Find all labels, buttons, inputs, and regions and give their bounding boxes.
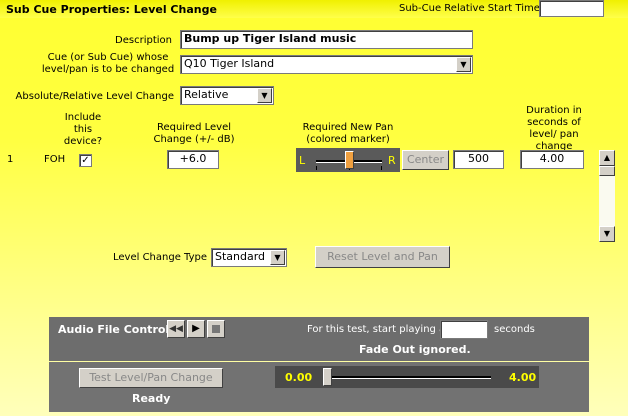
scroll-up-icon[interactable]: ▲ xyxy=(599,150,615,166)
col-pan-header: Required New Pan (colored marker) xyxy=(302,122,394,145)
device-name: FOH xyxy=(44,154,66,165)
audio-control-panel: Audio File Control: ◀◀ ▶ For this test, … xyxy=(49,317,589,361)
pan-left-label: L xyxy=(299,154,306,167)
level-input[interactable]: +6.0 xyxy=(167,150,219,169)
reset-level-pan-button[interactable]: Reset Level and Pan xyxy=(315,246,450,268)
position-track xyxy=(327,376,491,379)
col-duration-header: Duration in seconds of level/ pan change xyxy=(526,105,582,152)
start-at-label: For this test, start playing at xyxy=(307,324,450,335)
pan-tick xyxy=(381,166,382,170)
device-list-scrollbar[interactable]: ▲ ▼ xyxy=(599,150,615,242)
chevron-down-icon[interactable]: ▼ xyxy=(257,88,272,103)
scroll-down-icon[interactable]: ▼ xyxy=(599,226,615,242)
pan-slider[interactable]: L R xyxy=(296,148,400,172)
abs-rel-select-value: Relative xyxy=(184,88,229,101)
start-at-input[interactable] xyxy=(440,320,488,339)
cue-select-value: Q10 Tiger Island xyxy=(184,57,275,70)
pan-value-input[interactable]: 500 xyxy=(453,150,504,169)
pan-thumb[interactable] xyxy=(345,151,354,169)
col-include-header: Include this device? xyxy=(63,112,103,147)
play-icon[interactable]: ▶ xyxy=(187,320,205,338)
audio-control-label: Audio File Control: xyxy=(58,323,174,336)
description-input[interactable]: Bump up Tiger Island music xyxy=(180,30,473,49)
level-type-select[interactable]: Standard ▼ xyxy=(211,248,287,267)
include-checkbox[interactable]: ✓ xyxy=(79,154,92,167)
device-index: 1 xyxy=(7,154,14,165)
test-panel: Test Level/Pan Change Ready 0.00 4.00 xyxy=(49,362,589,412)
description-label: Description xyxy=(115,35,172,46)
abs-rel-select[interactable]: Relative ▼ xyxy=(180,86,274,105)
level-type-label: Level Change Type xyxy=(113,252,208,263)
duration-input[interactable]: 4.00 xyxy=(520,150,584,169)
seconds-label: seconds xyxy=(494,324,535,335)
pan-right-label: R xyxy=(388,154,396,167)
level-type-value: Standard xyxy=(215,250,266,263)
start-time-label: Sub-Cue Relative Start Time xyxy=(399,3,540,14)
position-slider[interactable]: 0.00 4.00 xyxy=(275,366,539,388)
position-thumb[interactable] xyxy=(323,368,332,386)
start-time-input[interactable] xyxy=(539,0,604,17)
fade-note: Fade Out ignored. xyxy=(359,343,471,356)
pan-tick xyxy=(316,166,317,170)
rewind-icon[interactable]: ◀◀ xyxy=(167,320,185,338)
chevron-down-icon[interactable]: ▼ xyxy=(456,57,471,72)
cue-select[interactable]: Q10 Tiger Island ▼ xyxy=(180,55,473,74)
scroll-thumb[interactable] xyxy=(599,166,615,176)
title-bar: Sub Cue Properties: Level Change Sub-Cue… xyxy=(0,0,628,18)
col-level-header: Required Level Change (+/- dB) xyxy=(153,122,235,145)
abs-rel-label: Absolute/Relative Level Change xyxy=(15,91,174,102)
position-end-label: 4.00 xyxy=(509,371,537,384)
page-title: Sub Cue Properties: Level Change xyxy=(6,3,217,16)
center-pan-button[interactable]: Center xyxy=(402,150,449,170)
test-level-pan-button[interactable]: Test Level/Pan Change xyxy=(79,368,223,388)
stop-icon[interactable] xyxy=(207,320,225,338)
chevron-down-icon[interactable]: ▼ xyxy=(270,250,285,265)
status-text: Ready xyxy=(132,392,171,405)
position-start-label: 0.00 xyxy=(285,371,313,384)
cue-label: Cue (or Sub Cue) whose level/pan is to b… xyxy=(41,52,175,75)
